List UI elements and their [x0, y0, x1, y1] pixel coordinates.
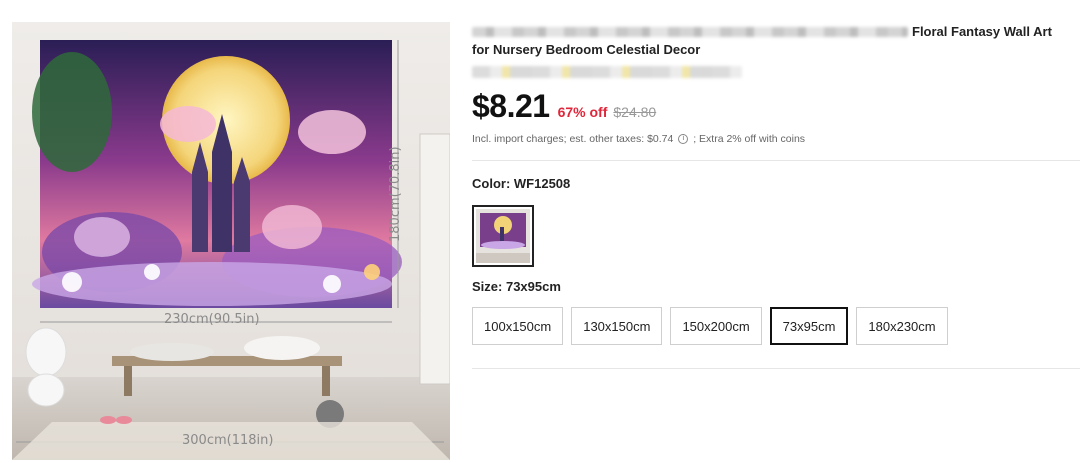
tax-note-suffix: ; Extra 2% off with coins — [693, 133, 806, 145]
tapestry-room-illustration — [12, 22, 450, 460]
color-selected-value: WF12508 — [513, 176, 571, 191]
info-icon[interactable]: i — [678, 134, 689, 145]
redacted-subtitle-text — [472, 66, 742, 78]
divider — [472, 160, 1080, 161]
current-price: $8.21 — [472, 88, 550, 124]
dimension-label-width-wall: 300cm(118in) — [182, 433, 274, 448]
original-price: $24.80 — [613, 104, 657, 120]
redacted-title-text — [472, 27, 908, 37]
color-label-key: Color: — [472, 176, 511, 191]
product-title-line1: Floral Fantasy Wall Art — [472, 23, 1072, 41]
price-row: $8.21 67% off $24.80 — [472, 88, 656, 125]
dimension-label-width-tapestry: 230cm(90.5in) — [164, 312, 260, 327]
discount-badge: 67% off — [557, 104, 608, 120]
product-image[interactable]: 230cm(90.5in) 180cm(70.8in) 300cm(118in) — [12, 22, 450, 460]
product-info-panel: Floral Fantasy Wall Art for Nursery Bedr… — [472, 0, 1080, 463]
tax-note: Incl. import charges; est. other taxes: … — [472, 133, 805, 145]
size-option-73x95[interactable]: 73x95cm — [769, 307, 849, 345]
color-swatch-wf12508[interactable] — [472, 205, 534, 267]
size-options: 100x150cm 130x150cm 150x200cm 73x95cm 18… — [472, 307, 948, 345]
swatch-thumbnail — [476, 209, 530, 263]
size-option-100x150[interactable]: 100x150cm — [472, 307, 564, 345]
size-label: Size: 73x95cm — [472, 279, 561, 294]
size-label-key: Size: — [472, 279, 503, 294]
size-option-180x230[interactable]: 180x230cm — [856, 307, 948, 345]
product-title-line2: for Nursery Bedroom Celestial Decor — [472, 42, 701, 57]
tax-note-prefix: Incl. import charges; est. other taxes: … — [472, 133, 674, 145]
divider — [472, 368, 1080, 369]
size-option-150x200[interactable]: 150x200cm — [670, 307, 762, 345]
color-label: Color: WF12508 — [472, 176, 570, 191]
dimension-label-height-tapestry: 180cm(70.8in) — [388, 146, 403, 242]
product-title-visible: Floral Fantasy Wall Art — [912, 24, 1052, 39]
size-option-130x150[interactable]: 130x150cm — [571, 307, 663, 345]
size-selected-value: 73x95cm — [505, 279, 561, 294]
